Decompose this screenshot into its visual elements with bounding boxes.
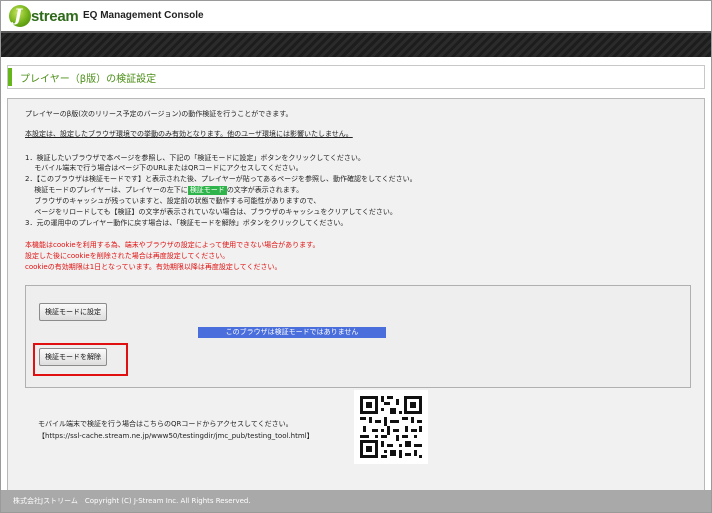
verify-status: このブラウザは検証モードではありません bbox=[198, 327, 386, 338]
step-2-cache: ブラウザのキャッシュが残っていますと、設定前の状態で動作する可能性がありますので… bbox=[25, 197, 321, 205]
page-title-accent bbox=[8, 68, 12, 86]
logo-text: stream bbox=[31, 8, 79, 25]
page-frame: J stream EQ Management Console プレイヤー（β版）… bbox=[0, 0, 712, 513]
mode-panel: 検証モードに設定 このブラウザは検証モードではありません 検証モードを解除 bbox=[25, 285, 691, 388]
mobile-url[interactable]: 【https://ssl-cache.stream.ne.jp/www50/te… bbox=[38, 432, 314, 441]
release-verify-mode-button[interactable]: 検証モードを解除 bbox=[39, 348, 107, 366]
set-verify-mode-button[interactable]: 検証モードに設定 bbox=[39, 303, 107, 321]
intro-text: プレイヤーのβ版(次のリリース予定のバージョン)の動作検証を行うことができます。 bbox=[25, 110, 293, 118]
step-1-sub: モバイル端末で行う場合はページ下のURLまたはQRコードにアクセスしてください。 bbox=[25, 164, 303, 172]
warning-1: 本機能はcookieを利用する為、端末やブラウザの設定によって使用できない場合が… bbox=[25, 241, 320, 249]
footer: 株式会社Jストリーム Copyright (C) J-Stream Inc. A… bbox=[1, 490, 711, 512]
qr-code bbox=[354, 390, 428, 464]
step-1: 1．検証したいブラウザで本ページを参照し、下記の「検証モードに設定」ボタンをクリ… bbox=[25, 154, 365, 162]
verify-badge: 検証モード bbox=[187, 186, 227, 195]
app-title: EQ Management Console bbox=[83, 10, 204, 21]
step-2-sub-suffix: の文字が表示されます。 bbox=[226, 186, 304, 194]
logo-mark-letter: J bbox=[14, 6, 23, 26]
main-content: プレイヤーのβ版(次のリリース予定のバージョン)の動作検証を行うことができます。… bbox=[7, 98, 705, 492]
page-title-box: プレイヤー（β版）の検証設定 bbox=[7, 65, 705, 89]
footer-copyright: 株式会社Jストリーム Copyright (C) J-Stream Inc. A… bbox=[13, 497, 251, 505]
step-2-sub: 検証モードのプレイヤーは、プレイヤーの左下に 検証モード の文字が表示されます。 bbox=[25, 186, 303, 195]
qr-code-icon bbox=[354, 390, 428, 464]
mobile-text: モバイル端末で検証を行う場合はこちらのQRコードからアクセスしてください。 bbox=[38, 420, 293, 428]
step-2: 2．【このブラウザは検証モードです】と表示された後、プレイヤーが貼ってあるページ… bbox=[25, 175, 417, 183]
header: J stream EQ Management Console bbox=[1, 1, 711, 31]
nav-bar bbox=[1, 31, 711, 57]
step-2-reload: ページをリロードしても【検証】の文字が表示されていない場合は、ブラウザのキャッシ… bbox=[25, 208, 397, 216]
jstream-logo[interactable]: J stream bbox=[9, 5, 79, 27]
notice-text: 本設定は、設定したブラウザ環境での挙動のみ有効となります。他のユーザ環境には影響… bbox=[25, 130, 353, 138]
step-2-sub-prefix: 検証モードのプレイヤーは、プレイヤーの左下に bbox=[25, 186, 188, 194]
step-3: 3．元の運用中のプレイヤー動作に戻す場合は、「検証モードを解除」ボタンをクリック… bbox=[25, 219, 348, 227]
warning-3: cookieの有効期限は1日となっています。有効期限以降は再度設定してください。 bbox=[25, 263, 282, 271]
warning-2: 設定した後にcookieを削除された場合は再度設定してください。 bbox=[25, 252, 230, 260]
page-title: プレイヤー（β版）の検証設定 bbox=[20, 74, 157, 85]
